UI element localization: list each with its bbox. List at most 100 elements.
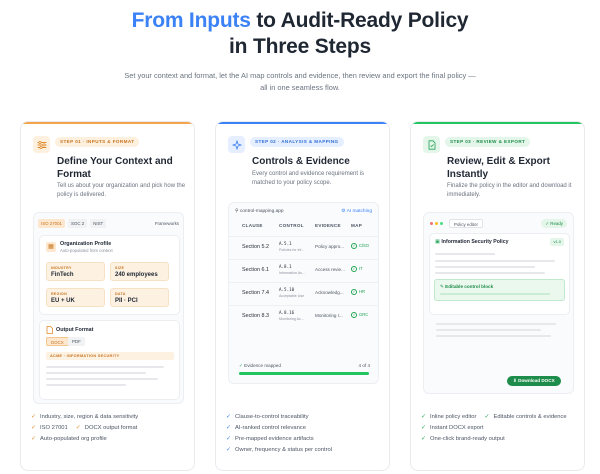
step-card-2: STEP 02 · ANALYSIS & MAPPING Controls & … (215, 121, 390, 471)
check-icon: ✓ (421, 425, 427, 431)
evidence-progress-bar (239, 372, 369, 375)
placeholder-line (436, 323, 556, 325)
step-title: Define Your Context and Format (57, 156, 173, 180)
hero-title-line2: in Three Steps (229, 35, 371, 58)
check-circle-icon: ✓ (351, 266, 357, 272)
check-icon: ✓ (484, 414, 490, 420)
field-value: FinTech (51, 272, 74, 278)
download-icon: ⬇ (513, 378, 517, 383)
feature-item: ✓ One-click brand-ready output (421, 434, 505, 445)
sliders-icon (33, 136, 50, 153)
context-panel: ISO 27001 SOC 2 NIST Frameworks ▦ Organi… (33, 212, 184, 404)
hero-subtitle: Set your context and format, let the AI … (124, 71, 476, 92)
placeholder-line (435, 260, 555, 262)
hero-title: From Inputs to Audit-Ready Policy in Thr… (0, 8, 600, 60)
mapping-panel: ⚲ control-mapping.app ⚙ AI matching CLAU… (228, 202, 379, 384)
feature-item: ✓ Instant DOCX export (421, 423, 484, 434)
evidence-mapped-label: ✓ Evidence mapped (239, 363, 281, 368)
step-badge: STEP 01 · INPUTS & FORMAT (55, 137, 140, 147)
feature-item: ✓ Editable controls & evidence (484, 412, 566, 423)
chip-nist[interactable]: NIST (90, 218, 107, 228)
chip-iso27001[interactable]: ISO 27001 (38, 218, 65, 228)
download-docx-button[interactable]: ⬇ Download DOCX (507, 376, 561, 386)
col-header: EVIDENCE (315, 223, 341, 228)
building-icon: ▦ (46, 242, 56, 252)
field-label: INDUSTRY (51, 266, 72, 270)
check-circle-icon: ✓ (351, 289, 357, 295)
feature-list: ✓ Inline policy editor ✓ Editable controls… (421, 412, 581, 445)
field-industry[interactable]: INDUSTRY FinTech (46, 262, 105, 281)
step-title: Controls & Evidence (252, 156, 350, 167)
feature-item: ✓ Industry, size, region & data sensitivi… (31, 412, 138, 423)
check-icon: ✓ (421, 414, 427, 420)
file-icon: ▣ (435, 239, 440, 245)
editor-panel: Policy editor ✓ Ready ▣ Information Secu… (423, 212, 574, 394)
check-circle-icon: ✓ (545, 221, 550, 226)
field-value: EU + UK (51, 298, 75, 304)
hero-title-rest: to Audit-Ready Policy (250, 9, 469, 32)
field-label: REGION (51, 292, 67, 296)
org-profile-title: Organization Profile (60, 241, 112, 247)
policy-document[interactable]: ▣ Information Security Policy v1.0 ✎ Edi… (429, 233, 570, 315)
feature-item: ✓ ISO 27001 (31, 423, 68, 434)
feature-item: ✓ Auto-populated org profile (31, 434, 107, 445)
placeholder-line (440, 293, 550, 295)
field-label: DATA (115, 292, 126, 296)
table-row[interactable]: Section 5.2 A.5.1 Policies for inf... Po… (229, 236, 378, 258)
step-badge: STEP 03 · REVIEW & EXPORT (445, 137, 531, 147)
policy-doc-title: ▣ Information Security Policy (435, 239, 509, 245)
field-label: SIZE (115, 266, 125, 270)
table-row[interactable]: Section 7.4 A.5.10 Acceptable Use Acknow… (229, 282, 378, 304)
placeholder-line (435, 266, 535, 268)
ready-badge: ✓ Ready (541, 219, 567, 228)
check-circle-icon: ✓ (351, 312, 357, 318)
check-icon: ✓ (31, 414, 37, 420)
step-card-3-accent (411, 122, 584, 124)
hero: From Inputs to Audit-Ready Policy in Thr… (0, 0, 600, 93)
check-icon: ✓ (226, 447, 232, 453)
steps-cards: STEP 01 · INPUTS & FORMAT Define Your Co… (20, 121, 585, 471)
feature-list: ✓ Clause-to-control traceability ✓ AI-rank… (226, 412, 386, 456)
check-icon: ✓ (226, 425, 232, 431)
col-header: CONTROL (279, 223, 304, 228)
check-icon: ✓ (226, 436, 232, 442)
mapping-search[interactable]: ⚲ control-mapping.app (235, 209, 284, 214)
field-value: PII · PCI (115, 298, 138, 304)
check-icon: ✓ (226, 414, 232, 420)
field-size[interactable]: SIZE 240 employees (110, 262, 169, 281)
org-profile-sub: Auto-populated from context (60, 248, 113, 253)
feature-item: ✓ Pre-mapped evidence artifacts (226, 434, 314, 445)
policy-editor-tab[interactable]: Policy editor (449, 219, 483, 228)
field-data[interactable]: DATA PII · PCI (110, 288, 169, 307)
doc-preview-header: ACME · INFORMATION SECURITY (46, 352, 174, 360)
check-icon: ✓ (31, 425, 37, 431)
framework-chips: ISO 27001 SOC 2 NIST Frameworks (38, 218, 179, 228)
placeholder-line (46, 372, 146, 374)
format-pdf[interactable]: PDF (68, 337, 85, 346)
placeholder-line (435, 253, 495, 255)
feature-item: ✓ Inline policy editor (421, 412, 476, 423)
placeholder-line (436, 329, 541, 331)
chip-soc2[interactable]: SOC 2 (68, 218, 88, 228)
table-row[interactable]: Section 6.1 A.8.1 Information As... Acce… (229, 259, 378, 281)
step-title: Review, Edit & Export Instantly (447, 156, 550, 180)
step-card-3: STEP 03 · REVIEW & EXPORT Review, Edit &… (410, 121, 585, 471)
sparkle-icon (228, 136, 245, 153)
evidence-count: 4 of 4 (358, 363, 371, 368)
step-card-2-accent (216, 122, 389, 124)
step-card-1-accent (21, 122, 194, 124)
search-icon: ⚲ (235, 209, 239, 214)
check-icon: ✓ (421, 436, 427, 442)
frameworks-label: Frameworks (154, 220, 179, 226)
step-card-1: STEP 01 · INPUTS & FORMAT Define Your Co… (20, 121, 195, 471)
placeholder-line (46, 366, 164, 368)
placeholder-line (436, 335, 551, 337)
output-format-title: Output Format (56, 327, 94, 333)
editable-control-block[interactable]: ✎ Editable control block (434, 279, 565, 301)
format-docx[interactable]: DOCX (46, 337, 69, 346)
hero-title-accent: From Inputs (131, 9, 251, 32)
field-region[interactable]: REGION EU + UK (46, 288, 105, 307)
edit-icon: ✎ (440, 284, 444, 289)
table-row[interactable]: Section 8.3 A.8.16 Monitoring Ac... Moni… (229, 305, 378, 327)
feature-item: ✓ DOCX output format (76, 423, 138, 434)
